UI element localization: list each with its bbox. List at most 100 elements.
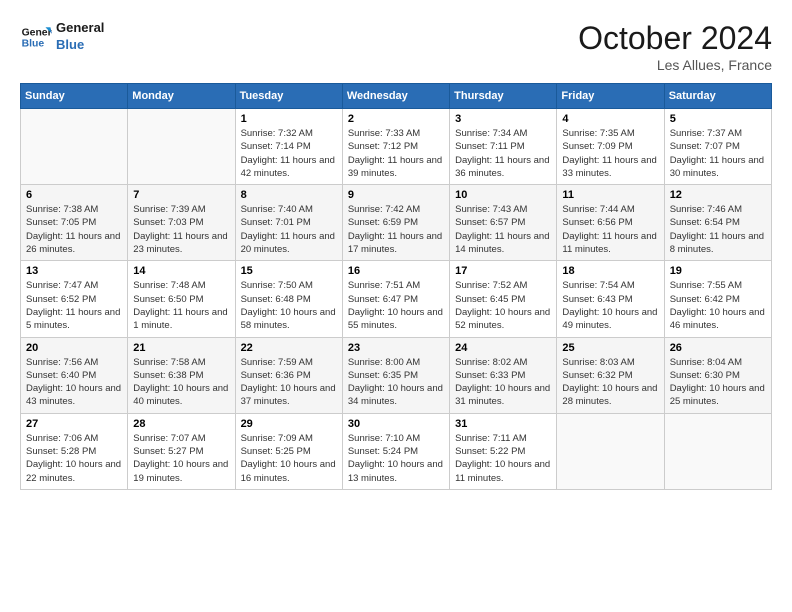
day-info: Sunrise: 7:33 AM Sunset: 7:12 PM Dayligh…	[348, 127, 444, 180]
page-header: General Blue General Blue October 2024 L…	[20, 20, 772, 73]
day-number: 13	[26, 265, 122, 277]
day-cell: 10Sunrise: 7:43 AM Sunset: 6:57 PM Dayli…	[450, 185, 557, 261]
day-info: Sunrise: 7:06 AM Sunset: 5:28 PM Dayligh…	[26, 432, 122, 485]
day-info: Sunrise: 7:07 AM Sunset: 5:27 PM Dayligh…	[133, 432, 229, 485]
day-cell: 15 Sunrise: 7:50 AM Sunset: 6:48 PM Dayli…	[235, 261, 342, 337]
day-cell: 25 Sunrise: 8:03 AM Sunset: 6:32 PM Dayli…	[557, 337, 664, 413]
col-monday: Monday	[128, 84, 235, 109]
col-friday: Friday	[557, 84, 664, 109]
day-cell: 8 Sunrise: 7:40 AM Sunset: 7:01 PM Daylig…	[235, 185, 342, 261]
day-info: Sunrise: 7:34 AM Sunset: 7:11 PM Dayligh…	[455, 127, 551, 180]
day-number: 3	[455, 113, 551, 125]
day-cell: 5Sunrise: 7:37 AM Sunset: 7:07 PM Daylig…	[664, 109, 771, 185]
day-cell: 29 Sunrise: 7:09 AM Sunset: 5:25 PM Dayli…	[235, 413, 342, 489]
day-cell: 27 Sunrise: 7:06 AM Sunset: 5:28 PM Dayli…	[21, 413, 128, 489]
day-info: Sunrise: 7:48 AM Sunset: 6:50 PM Dayligh…	[133, 279, 229, 332]
day-number: 17	[455, 265, 551, 277]
logo-line2: Blue	[56, 37, 104, 54]
day-number: 5	[670, 113, 766, 125]
day-number: 25	[562, 342, 658, 354]
day-cell: 16 Sunrise: 7:51 AM Sunset: 6:47 PM Dayli…	[342, 261, 449, 337]
day-number: 22	[241, 342, 337, 354]
day-number: 15	[241, 265, 337, 277]
day-cell	[21, 109, 128, 185]
day-number: 8	[241, 189, 337, 201]
day-cell	[664, 413, 771, 489]
day-number: 30	[348, 418, 444, 430]
day-cell: 12Sunrise: 7:46 AM Sunset: 6:54 PM Dayli…	[664, 185, 771, 261]
day-number: 28	[133, 418, 229, 430]
day-cell: 17 Sunrise: 7:52 AM Sunset: 6:45 PM Dayli…	[450, 261, 557, 337]
col-thursday: Thursday	[450, 84, 557, 109]
header-row: Sunday Monday Tuesday Wednesday Thursday…	[21, 84, 772, 109]
day-info: Sunrise: 8:02 AM Sunset: 6:33 PM Dayligh…	[455, 356, 551, 409]
day-number: 23	[348, 342, 444, 354]
day-info: Sunrise: 7:46 AM Sunset: 6:54 PM Dayligh…	[670, 203, 766, 256]
day-info: Sunrise: 7:40 AM Sunset: 7:01 PM Dayligh…	[241, 203, 337, 256]
logo-icon: General Blue	[20, 21, 52, 53]
day-number: 29	[241, 418, 337, 430]
day-number: 16	[348, 265, 444, 277]
day-cell: 26Sunrise: 8:04 AM Sunset: 6:30 PM Dayli…	[664, 337, 771, 413]
day-cell	[557, 413, 664, 489]
day-cell: 3 Sunrise: 7:34 AM Sunset: 7:11 PM Daylig…	[450, 109, 557, 185]
week-row-4: 20 Sunrise: 7:56 AM Sunset: 6:40 PM Dayli…	[21, 337, 772, 413]
week-row-3: 13 Sunrise: 7:47 AM Sunset: 6:52 PM Dayli…	[21, 261, 772, 337]
day-info: Sunrise: 8:04 AM Sunset: 6:30 PM Dayligh…	[670, 356, 766, 409]
day-info: Sunrise: 7:56 AM Sunset: 6:40 PM Dayligh…	[26, 356, 122, 409]
day-info: Sunrise: 7:58 AM Sunset: 6:38 PM Dayligh…	[133, 356, 229, 409]
day-info: Sunrise: 7:52 AM Sunset: 6:45 PM Dayligh…	[455, 279, 551, 332]
day-cell: 19 Sunrise: 7:55 AM Sunset: 6:42 PM Dayli…	[664, 261, 771, 337]
day-info: Sunrise: 7:10 AM Sunset: 5:24 PM Dayligh…	[348, 432, 444, 485]
day-number: 31	[455, 418, 551, 430]
day-info: Sunrise: 7:38 AM Sunset: 7:05 PM Dayligh…	[26, 203, 122, 256]
day-cell	[128, 109, 235, 185]
col-tuesday: Tuesday	[235, 84, 342, 109]
day-info: Sunrise: 7:11 AM Sunset: 5:22 PM Dayligh…	[455, 432, 551, 485]
day-info: Sunrise: 8:00 AM Sunset: 6:35 PM Dayligh…	[348, 356, 444, 409]
day-cell: 18 Sunrise: 7:54 AM Sunset: 6:43 PM Dayli…	[557, 261, 664, 337]
day-number: 14	[133, 265, 229, 277]
day-info: Sunrise: 7:55 AM Sunset: 6:42 PM Dayligh…	[670, 279, 766, 332]
day-info: Sunrise: 8:03 AM Sunset: 6:32 PM Dayligh…	[562, 356, 658, 409]
day-info: Sunrise: 7:50 AM Sunset: 6:48 PM Dayligh…	[241, 279, 337, 332]
week-row-2: 6 Sunrise: 7:38 AM Sunset: 7:05 PM Daylig…	[21, 185, 772, 261]
day-number: 6	[26, 189, 122, 201]
day-number: 18	[562, 265, 658, 277]
day-info: Sunrise: 7:44 AM Sunset: 6:56 PM Dayligh…	[562, 203, 658, 256]
day-number: 20	[26, 342, 122, 354]
day-cell: 6 Sunrise: 7:38 AM Sunset: 7:05 PM Daylig…	[21, 185, 128, 261]
calendar-table: Sunday Monday Tuesday Wednesday Thursday…	[20, 83, 772, 490]
day-cell: 30 Sunrise: 7:10 AM Sunset: 5:24 PM Dayli…	[342, 413, 449, 489]
day-cell: 9 Sunrise: 7:42 AM Sunset: 6:59 PM Daylig…	[342, 185, 449, 261]
day-cell: 2 Sunrise: 7:33 AM Sunset: 7:12 PM Daylig…	[342, 109, 449, 185]
week-row-5: 27 Sunrise: 7:06 AM Sunset: 5:28 PM Dayli…	[21, 413, 772, 489]
day-info: Sunrise: 7:42 AM Sunset: 6:59 PM Dayligh…	[348, 203, 444, 256]
day-info: Sunrise: 7:09 AM Sunset: 5:25 PM Dayligh…	[241, 432, 337, 485]
month-title: October 2024	[578, 20, 772, 57]
day-info: Sunrise: 7:32 AM Sunset: 7:14 PM Dayligh…	[241, 127, 337, 180]
day-cell: 14 Sunrise: 7:48 AM Sunset: 6:50 PM Dayli…	[128, 261, 235, 337]
day-info: Sunrise: 7:43 AM Sunset: 6:57 PM Dayligh…	[455, 203, 551, 256]
col-sunday: Sunday	[21, 84, 128, 109]
day-number: 9	[348, 189, 444, 201]
day-number: 11	[562, 189, 658, 201]
day-number: 7	[133, 189, 229, 201]
day-number: 27	[26, 418, 122, 430]
day-number: 24	[455, 342, 551, 354]
day-number: 2	[348, 113, 444, 125]
day-cell: 20 Sunrise: 7:56 AM Sunset: 6:40 PM Dayli…	[21, 337, 128, 413]
svg-text:Blue: Blue	[22, 38, 45, 49]
col-wednesday: Wednesday	[342, 84, 449, 109]
logo-line1: General	[56, 20, 104, 37]
logo: General Blue General Blue	[20, 20, 104, 54]
day-cell: 4Sunrise: 7:35 AM Sunset: 7:09 PM Daylig…	[557, 109, 664, 185]
day-number: 19	[670, 265, 766, 277]
day-info: Sunrise: 7:47 AM Sunset: 6:52 PM Dayligh…	[26, 279, 122, 332]
day-info: Sunrise: 7:39 AM Sunset: 7:03 PM Dayligh…	[133, 203, 229, 256]
day-cell: 31 Sunrise: 7:11 AM Sunset: 5:22 PM Dayli…	[450, 413, 557, 489]
day-number: 4	[562, 113, 658, 125]
day-info: Sunrise: 7:54 AM Sunset: 6:43 PM Dayligh…	[562, 279, 658, 332]
day-info: Sunrise: 7:51 AM Sunset: 6:47 PM Dayligh…	[348, 279, 444, 332]
day-cell: 13 Sunrise: 7:47 AM Sunset: 6:52 PM Dayli…	[21, 261, 128, 337]
